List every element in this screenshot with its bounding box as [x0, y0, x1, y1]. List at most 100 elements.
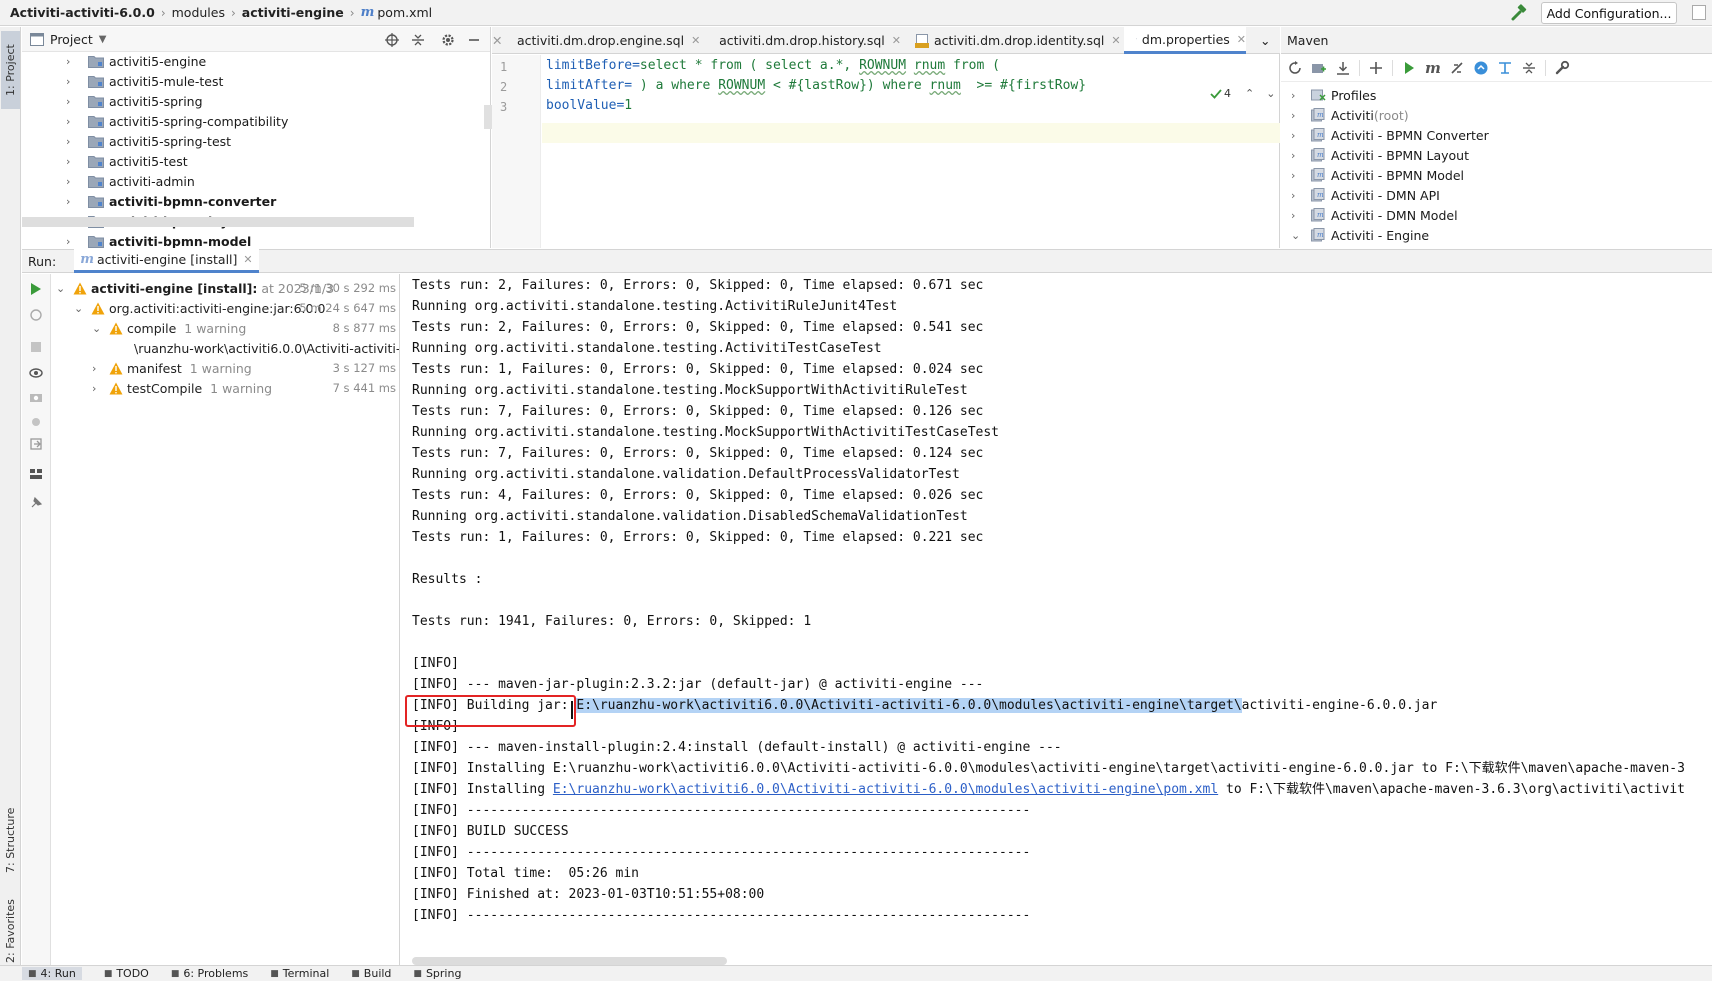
chevron-right-icon[interactable]: › — [1291, 109, 1303, 122]
layout-icon[interactable] — [29, 467, 43, 481]
add-configuration-button[interactable]: Add Configuration... — [1541, 2, 1677, 24]
chevron-right-icon[interactable]: › — [1291, 149, 1303, 162]
chevron-down-icon[interactable]: ▼ — [99, 34, 107, 45]
run-config-icon[interactable] — [1692, 5, 1706, 20]
structure-tool-tab[interactable]: 7: Structure — [1, 797, 20, 883]
chevron-right-icon[interactable]: › — [66, 55, 78, 68]
editor-tab[interactable]: activiti.dm.drop.engine.sql ✕ — [500, 27, 700, 54]
stop-icon[interactable] — [29, 340, 43, 354]
chevron-down-icon[interactable]: ⌄ — [1266, 87, 1275, 100]
selected-path[interactable]: E:\ruanzhu-work\activiti6.0.0\Activiti-a… — [576, 698, 1242, 713]
chevron-right-icon[interactable]: › — [1291, 209, 1303, 222]
chevron-down-icon[interactable]: ⌄ — [1291, 229, 1303, 242]
chevron-up-icon[interactable]: ⌃ — [1245, 87, 1254, 100]
bottom-tab[interactable]: ■ Terminal — [270, 967, 329, 980]
build-hammer-icon[interactable] — [1510, 4, 1528, 22]
chevron-down-icon[interactable]: ⌄ — [56, 282, 68, 295]
breadcrumb-file[interactable]: pom.xml — [377, 5, 432, 20]
maven-tree-item[interactable]: › Profiles — [1281, 85, 1701, 105]
chevron-right-icon[interactable]: › — [66, 235, 78, 248]
favorites-tool-tab[interactable]: 2: Favorites — [1, 895, 20, 967]
plus-icon[interactable] — [1368, 60, 1384, 76]
chevron-down-icon[interactable]: ⌄ — [74, 302, 86, 315]
project-tree-item[interactable]: › activiti5-spring — [22, 91, 482, 111]
rerun-failed-icon[interactable] — [29, 308, 43, 322]
maven-tree-item[interactable]: › m Activiti - DMN API — [1281, 185, 1701, 205]
locate-icon[interactable] — [384, 32, 400, 48]
console-horizontal-scrollbar[interactable] — [412, 957, 727, 965]
maven-tree-item[interactable]: › m Activiti - BPMN Layout — [1281, 145, 1701, 165]
chevron-right-icon[interactable]: › — [66, 155, 78, 168]
collapse-all-icon[interactable] — [410, 32, 426, 48]
pom-file-link[interactable]: E:\ruanzhu-work\activiti6.0.0\Activiti-a… — [553, 782, 1218, 797]
project-tree-item[interactable]: › activiti5-spring-test — [22, 131, 482, 151]
maven-tree-item[interactable]: › m Activiti (root) — [1281, 105, 1701, 125]
console-output[interactable]: Tests run: 2, Failures: 0, Errors: 0, Sk… — [401, 274, 1712, 965]
run-tree-warning[interactable]: \ruanzhu-work\activiti6.0.0\Activiti-act… — [52, 338, 399, 358]
project-tree-item[interactable]: › activiti-bpmn-model — [22, 231, 482, 249]
chevron-right-icon[interactable]: › — [1291, 189, 1303, 202]
execute-goal-icon[interactable]: m — [1425, 59, 1441, 77]
run-tree-testcompile[interactable]: › testCompile 1 warning 7 s 441 ms — [52, 378, 399, 398]
chevron-right-icon[interactable]: › — [1291, 129, 1303, 142]
run-tab[interactable]: m activiti-engine [install] ✕ — [74, 249, 259, 273]
minimize-icon[interactable] — [466, 32, 482, 48]
export-icon[interactable] — [29, 437, 43, 451]
skip-tests-icon[interactable] — [1473, 60, 1489, 76]
inspection-widget[interactable]: 4 ⌃ ⌄ — [1210, 87, 1275, 100]
tabs-overflow-chevron-icon[interactable]: ⌄ — [1260, 27, 1270, 54]
chevron-right-icon[interactable]: › — [66, 195, 78, 208]
code-line-3[interactable]: boolValue=1 — [546, 98, 632, 113]
chevron-down-icon[interactable]: ⌄ — [92, 322, 104, 335]
run-tree-module[interactable]: ⌄ org.activiti:activiti-engine:jar:6.0.0… — [52, 298, 399, 318]
chevron-right-icon[interactable]: › — [66, 135, 78, 148]
close-icon[interactable]: ✕ — [243, 253, 252, 266]
project-tree-item[interactable]: › activiti5-test — [22, 151, 482, 171]
project-tree-item[interactable]: › activiti5-engine — [22, 51, 482, 71]
toggle-offline-icon[interactable] — [1449, 60, 1465, 76]
project-tree-item[interactable]: › activiti5-mule-test — [22, 71, 482, 91]
chevron-right-icon[interactable]: › — [1291, 169, 1303, 182]
project-horizontal-scrollbar[interactable] — [22, 217, 414, 227]
run-tree-compile[interactable]: ⌄ compile 1 warning 8 s 877 ms — [52, 318, 399, 338]
close-icon[interactable]: ✕ — [892, 34, 901, 47]
close-icon[interactable]: ✕ — [1111, 34, 1120, 47]
editor-tab[interactable]: dm.properties ✕ — [1124, 27, 1246, 54]
run-tree-root[interactable]: ⌄ activiti-engine [install]: at 2023/1/3… — [52, 278, 399, 298]
chevron-right-icon[interactable]: › — [66, 95, 78, 108]
chevron-right-icon[interactable]: › — [66, 115, 78, 128]
camera-icon[interactable] — [29, 390, 43, 404]
maven-tree-item[interactable]: ⌄ m Activiti - Engine — [1281, 225, 1701, 245]
wrench-icon[interactable] — [1554, 60, 1570, 76]
show-dependencies-icon[interactable] — [1497, 60, 1513, 76]
project-tool-tab[interactable]: 1: Project — [1, 31, 20, 109]
pin-icon[interactable] — [29, 496, 43, 510]
project-tree-item[interactable]: › activiti-bpmn-converter — [22, 191, 482, 211]
chevron-right-icon[interactable]: › — [92, 382, 104, 395]
breadcrumb-module[interactable]: activiti-engine — [242, 5, 344, 20]
breadcrumb-modules[interactable]: modules — [172, 5, 225, 20]
debug-icon[interactable] — [29, 414, 43, 428]
bottom-tab[interactable]: ■ 6: Problems — [171, 967, 248, 980]
rerun-icon[interactable] — [29, 282, 43, 296]
bottom-tab[interactable]: ■ Build — [351, 967, 391, 980]
code-line-1[interactable]: limitBefore=select * from ( select a.*, … — [546, 58, 1000, 73]
project-tree-item[interactable]: › activiti5-spring-compatibility — [22, 111, 482, 131]
bottom-tab[interactable]: ■ 4: Run — [22, 967, 82, 980]
download-icon[interactable] — [1335, 60, 1351, 76]
chevron-right-icon[interactable]: › — [66, 75, 78, 88]
editor-tab[interactable]: activiti.dm.drop.history.sql ✕ — [702, 27, 901, 54]
maven-tree-item[interactable]: › m Activiti - DMN Model — [1281, 205, 1701, 225]
chevron-right-icon[interactable]: › — [66, 175, 78, 188]
project-tree-item[interactable]: › activiti-admin — [22, 171, 482, 191]
close-icon[interactable]: ✕ — [1237, 33, 1246, 46]
run-icon[interactable] — [1401, 60, 1417, 76]
bottom-tab[interactable]: ■ TODO — [104, 967, 149, 980]
maven-tree-item[interactable]: › m Activiti - BPMN Model — [1281, 165, 1701, 185]
run-tree-manifest[interactable]: › manifest 1 warning 3 s 127 ms — [52, 358, 399, 378]
breadcrumb-project[interactable]: Activiti-activiti-6.0.0 — [10, 5, 155, 20]
chevron-right-icon[interactable]: › — [92, 362, 104, 375]
project-panel-title[interactable]: Project — [50, 32, 93, 47]
reload-icon[interactable] — [1287, 60, 1303, 76]
maven-tree-item[interactable]: › m Activiti - BPMN Converter — [1281, 125, 1701, 145]
